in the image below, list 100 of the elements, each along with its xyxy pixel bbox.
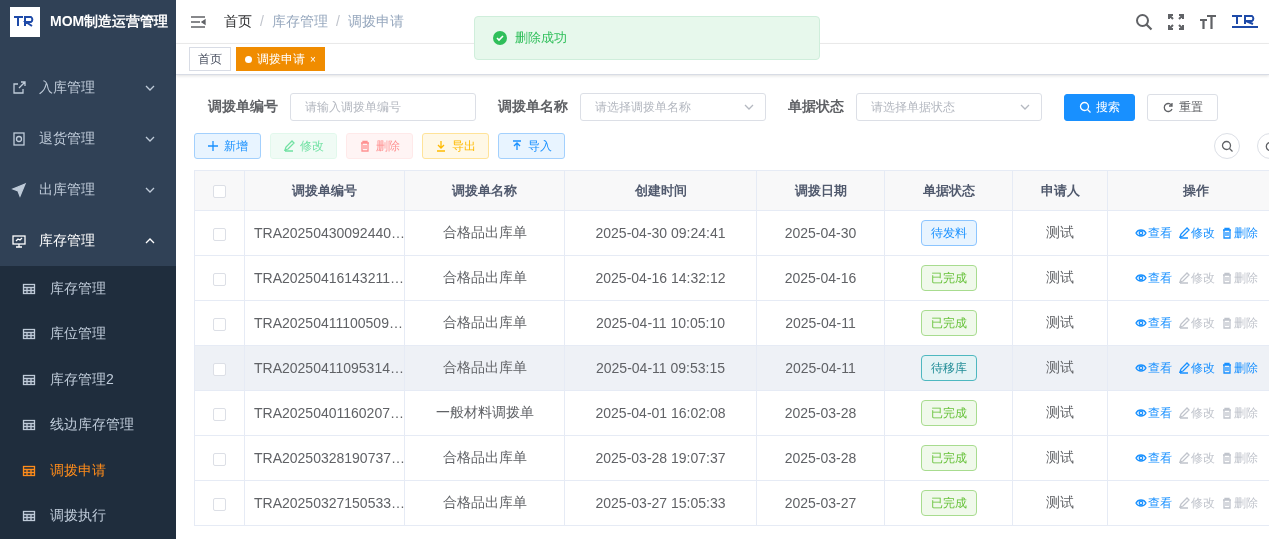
pencil-icon — [283, 140, 295, 152]
row-checkbox[interactable] — [213, 227, 226, 241]
breadcrumb-item[interactable]: 库存管理 — [271, 12, 328, 31]
upload-icon — [511, 140, 523, 152]
row-checkbox[interactable] — [213, 497, 226, 511]
view-link[interactable]: 查看 — [1134, 224, 1172, 242]
table-cell: 2025-03-27 15:05:33 — [564, 480, 757, 526]
eye-icon — [1134, 317, 1147, 329]
breadcrumb-separator: / — [260, 12, 264, 31]
table-cell: 一般材料调拨单 — [404, 390, 565, 436]
table-cell: TRA20250401160207… — [244, 390, 405, 436]
select-field[interactable]: 请选择调拨单名称 — [580, 93, 766, 121]
column-header: 申请人 — [1012, 170, 1108, 211]
view-link[interactable]: 查看 — [1134, 449, 1172, 467]
menu-item[interactable]: 退货管理 — [0, 113, 176, 164]
table-cell: 2025-04-16 14:32:12 — [564, 255, 757, 301]
breadcrumb-item: 调拨申请 — [347, 12, 404, 31]
search-button[interactable]: 搜索 — [1064, 93, 1135, 121]
page-tab[interactable]: 调拨申请 × — [236, 47, 325, 71]
menu-item[interactable]: 库存管理 — [0, 215, 176, 266]
pencil-icon — [1177, 407, 1190, 419]
submenu-item[interactable]: 调拨申请 — [0, 448, 176, 494]
pencil-icon — [1177, 362, 1190, 374]
submenu-item[interactable]: 库存管理 — [0, 266, 176, 312]
table-cell: 合格品出库单 — [404, 300, 565, 346]
menu-icon[interactable] — [190, 14, 206, 29]
trash-icon — [1220, 497, 1233, 509]
download-icon — [435, 140, 447, 152]
table-cell: TRA20250416143211… — [244, 255, 405, 301]
column-header: 调拨单名称 — [404, 170, 565, 211]
pencil-icon — [1177, 497, 1190, 509]
plus-icon — [207, 140, 219, 152]
text-size-icon[interactable] — [1199, 12, 1217, 31]
eye-icon — [1134, 227, 1147, 239]
export-button[interactable]: 导出 — [422, 133, 489, 159]
trash-icon — [1220, 272, 1233, 284]
table-cell: 合格品出库单 — [404, 435, 565, 481]
eye-icon — [1134, 362, 1147, 374]
pencil-icon — [1177, 452, 1190, 464]
column-header: 单据状态 — [884, 170, 1013, 211]
select-field[interactable]: 请选择单据状态 — [856, 93, 1042, 121]
row-checkbox[interactable] — [213, 362, 226, 376]
view-link[interactable]: 查看 — [1134, 314, 1172, 332]
column-header: 操作 — [1107, 170, 1269, 211]
view-link[interactable]: 查看 — [1134, 404, 1172, 422]
fullscreen-icon[interactable] — [1167, 12, 1185, 31]
column-header: 调拨日期 — [756, 170, 885, 211]
delete-link[interactable]: 删除 — [1220, 224, 1258, 242]
search-icon — [1221, 140, 1233, 152]
refresh-icon — [1162, 101, 1174, 113]
edit-link[interactable]: 修改 — [1177, 224, 1215, 242]
input-field[interactable]: 请输入调拨单编号 — [290, 93, 476, 121]
status-tag: 已完成 — [920, 400, 977, 426]
table-icon — [22, 463, 36, 478]
table-icon — [22, 372, 36, 387]
reset-button[interactable]: 重置 — [1147, 93, 1218, 121]
search-icon — [1079, 101, 1091, 113]
table-icon — [22, 418, 36, 433]
row-checkbox[interactable] — [213, 407, 226, 421]
toast-text: 删除成功 — [515, 29, 567, 47]
table-cell: 测试 — [1012, 210, 1108, 256]
trash-icon — [1220, 452, 1233, 464]
table-cell: TRA20250411095314… — [244, 345, 405, 391]
view-link[interactable]: 查看 — [1134, 494, 1172, 512]
table-cell: 测试 — [1012, 435, 1108, 481]
edit-link[interactable]: 修改 — [1177, 359, 1215, 377]
select-all-checkbox[interactable] — [213, 185, 226, 199]
status-tag: 待发料 — [920, 220, 977, 246]
view-link[interactable]: 查看 — [1134, 359, 1172, 377]
delete-link[interactable]: 删除 — [1220, 359, 1258, 377]
active-dot — [245, 55, 252, 63]
table-cell: 2025-04-11 10:05:10 — [564, 300, 757, 346]
row-checkbox[interactable] — [213, 317, 226, 331]
avatar-logo-icon[interactable] — [1231, 13, 1259, 30]
view-link[interactable]: 查看 — [1134, 269, 1172, 287]
search-icon[interactable] — [1135, 12, 1153, 31]
trash-icon — [1220, 362, 1233, 374]
page-tab[interactable]: 首页 — [189, 47, 231, 71]
submenu-item[interactable]: 线边库存管理 — [0, 402, 176, 448]
pencil-icon — [1177, 227, 1190, 239]
add-button[interactable]: 新增 — [194, 133, 261, 159]
tab-close-button[interactable]: × — [310, 53, 316, 65]
table-icon — [22, 281, 36, 296]
submenu-item[interactable]: 库位管理 — [0, 311, 176, 357]
column-header: 调拨单编号 — [244, 170, 405, 211]
submenu-item[interactable]: 调拨执行 — [0, 493, 176, 539]
row-checkbox[interactable] — [213, 452, 226, 466]
eye-icon — [1134, 407, 1147, 419]
submenu-item[interactable]: 库存管理2 — [0, 357, 176, 403]
table-cell: 2025-03-28 — [756, 390, 885, 436]
table-cell: 测试 — [1012, 255, 1108, 301]
breadcrumb-item[interactable]: 首页 — [224, 12, 252, 31]
row-checkbox[interactable] — [213, 272, 226, 286]
trash-icon — [1220, 317, 1233, 329]
menu-item[interactable]: 入库管理 — [0, 62, 176, 113]
field-label: 调拨单名称 — [498, 98, 568, 116]
import-button[interactable]: 导入 — [498, 133, 565, 159]
field-label: 调拨单编号 — [208, 98, 278, 116]
menu-item[interactable]: 出库管理 — [0, 164, 176, 215]
table-cell: TRA20250327150533… — [244, 480, 405, 526]
